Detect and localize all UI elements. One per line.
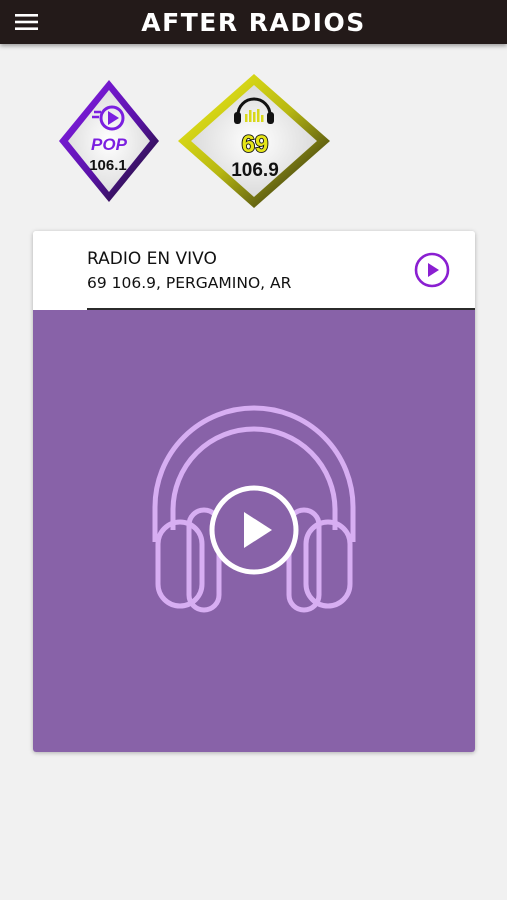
app-title: AFTER RADIOS xyxy=(141,8,366,37)
station-subtitle: 69 106.9, PERGAMINO, AR xyxy=(87,274,292,292)
69-station-logo: 69 106.9 xyxy=(178,74,330,208)
pop-station-logo: POP 106.1 xyxy=(59,80,159,202)
play-icon xyxy=(209,485,299,575)
app-bar: AFTER RADIOS xyxy=(0,0,507,44)
header-play-button[interactable] xyxy=(414,252,450,288)
main-play-button[interactable] xyxy=(208,484,300,576)
play-circle-icon xyxy=(414,252,450,288)
live-radio-card: RADIO EN VIVO 69 106.9, PERGAMINO, AR xyxy=(33,231,475,752)
card-header: RADIO EN VIVO 69 106.9, PERGAMINO, AR xyxy=(33,231,475,309)
pop-logo-text: POP xyxy=(91,135,128,154)
station-artwork xyxy=(33,310,475,752)
69-logo-frequency: 106.9 xyxy=(231,160,279,181)
station-logo-69-106-9[interactable]: 69 106.9 xyxy=(176,72,332,210)
station-logo-pop-106-1[interactable]: POP 106.1 xyxy=(57,78,161,204)
pop-logo-frequency: 106.1 xyxy=(89,157,127,174)
69-logo-text: 69 xyxy=(242,131,269,158)
card-title: RADIO EN VIVO xyxy=(87,249,217,269)
